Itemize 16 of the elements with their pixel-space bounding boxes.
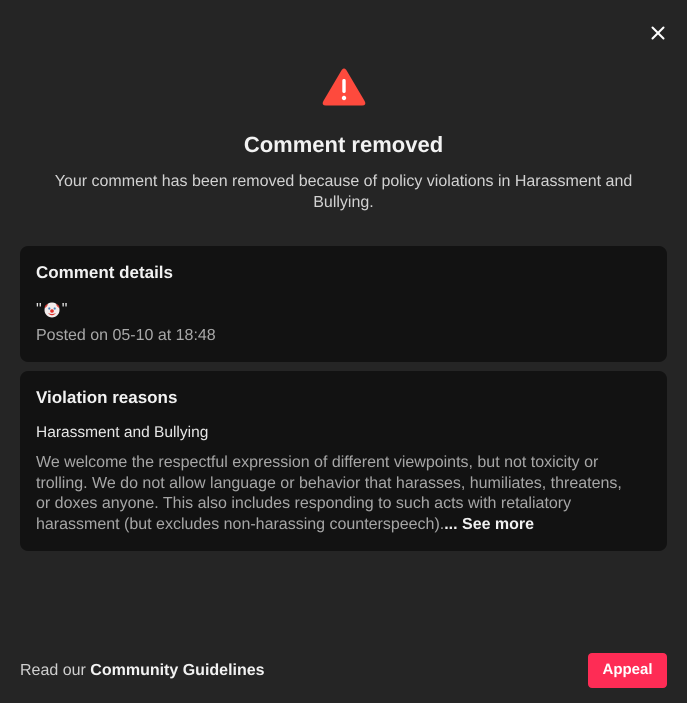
see-more-link[interactable]: ... See more <box>444 516 534 532</box>
community-guidelines-link[interactable]: Community Guidelines <box>90 662 265 678</box>
dialog-title: Comment removed <box>242 131 444 159</box>
violation-description: We welcome the respectful expression of different viewpoints, but not toxicity or trolling. We do not allow language or behavior that harasses, humiliates, threatens, or doxes anyone. This also includes responding to such acts with retaliatory harassment (but excludes non-harassing counterspeech).... See more <box>36 453 623 534</box>
close-icon <box>651 26 665 40</box>
card-heading: Violation reasons <box>36 387 178 409</box>
quote-mark: " <box>36 300 42 320</box>
posted-date: Posted on 05-10 at 18:48 <box>36 326 217 346</box>
clown-face-icon <box>44 302 60 318</box>
quote-mark: " <box>62 300 68 320</box>
guidelines-text: Read our Community Guidelines <box>20 660 265 680</box>
violation-name: Harassment and Bullying <box>36 423 210 443</box>
card-heading: Comment details <box>36 262 174 284</box>
removal-message: Your comment has been removed because of policy violations in Harassment and Bullying. <box>54 172 634 213</box>
warning-icon <box>322 68 366 106</box>
appeal-button[interactable]: Appeal <box>588 653 667 688</box>
